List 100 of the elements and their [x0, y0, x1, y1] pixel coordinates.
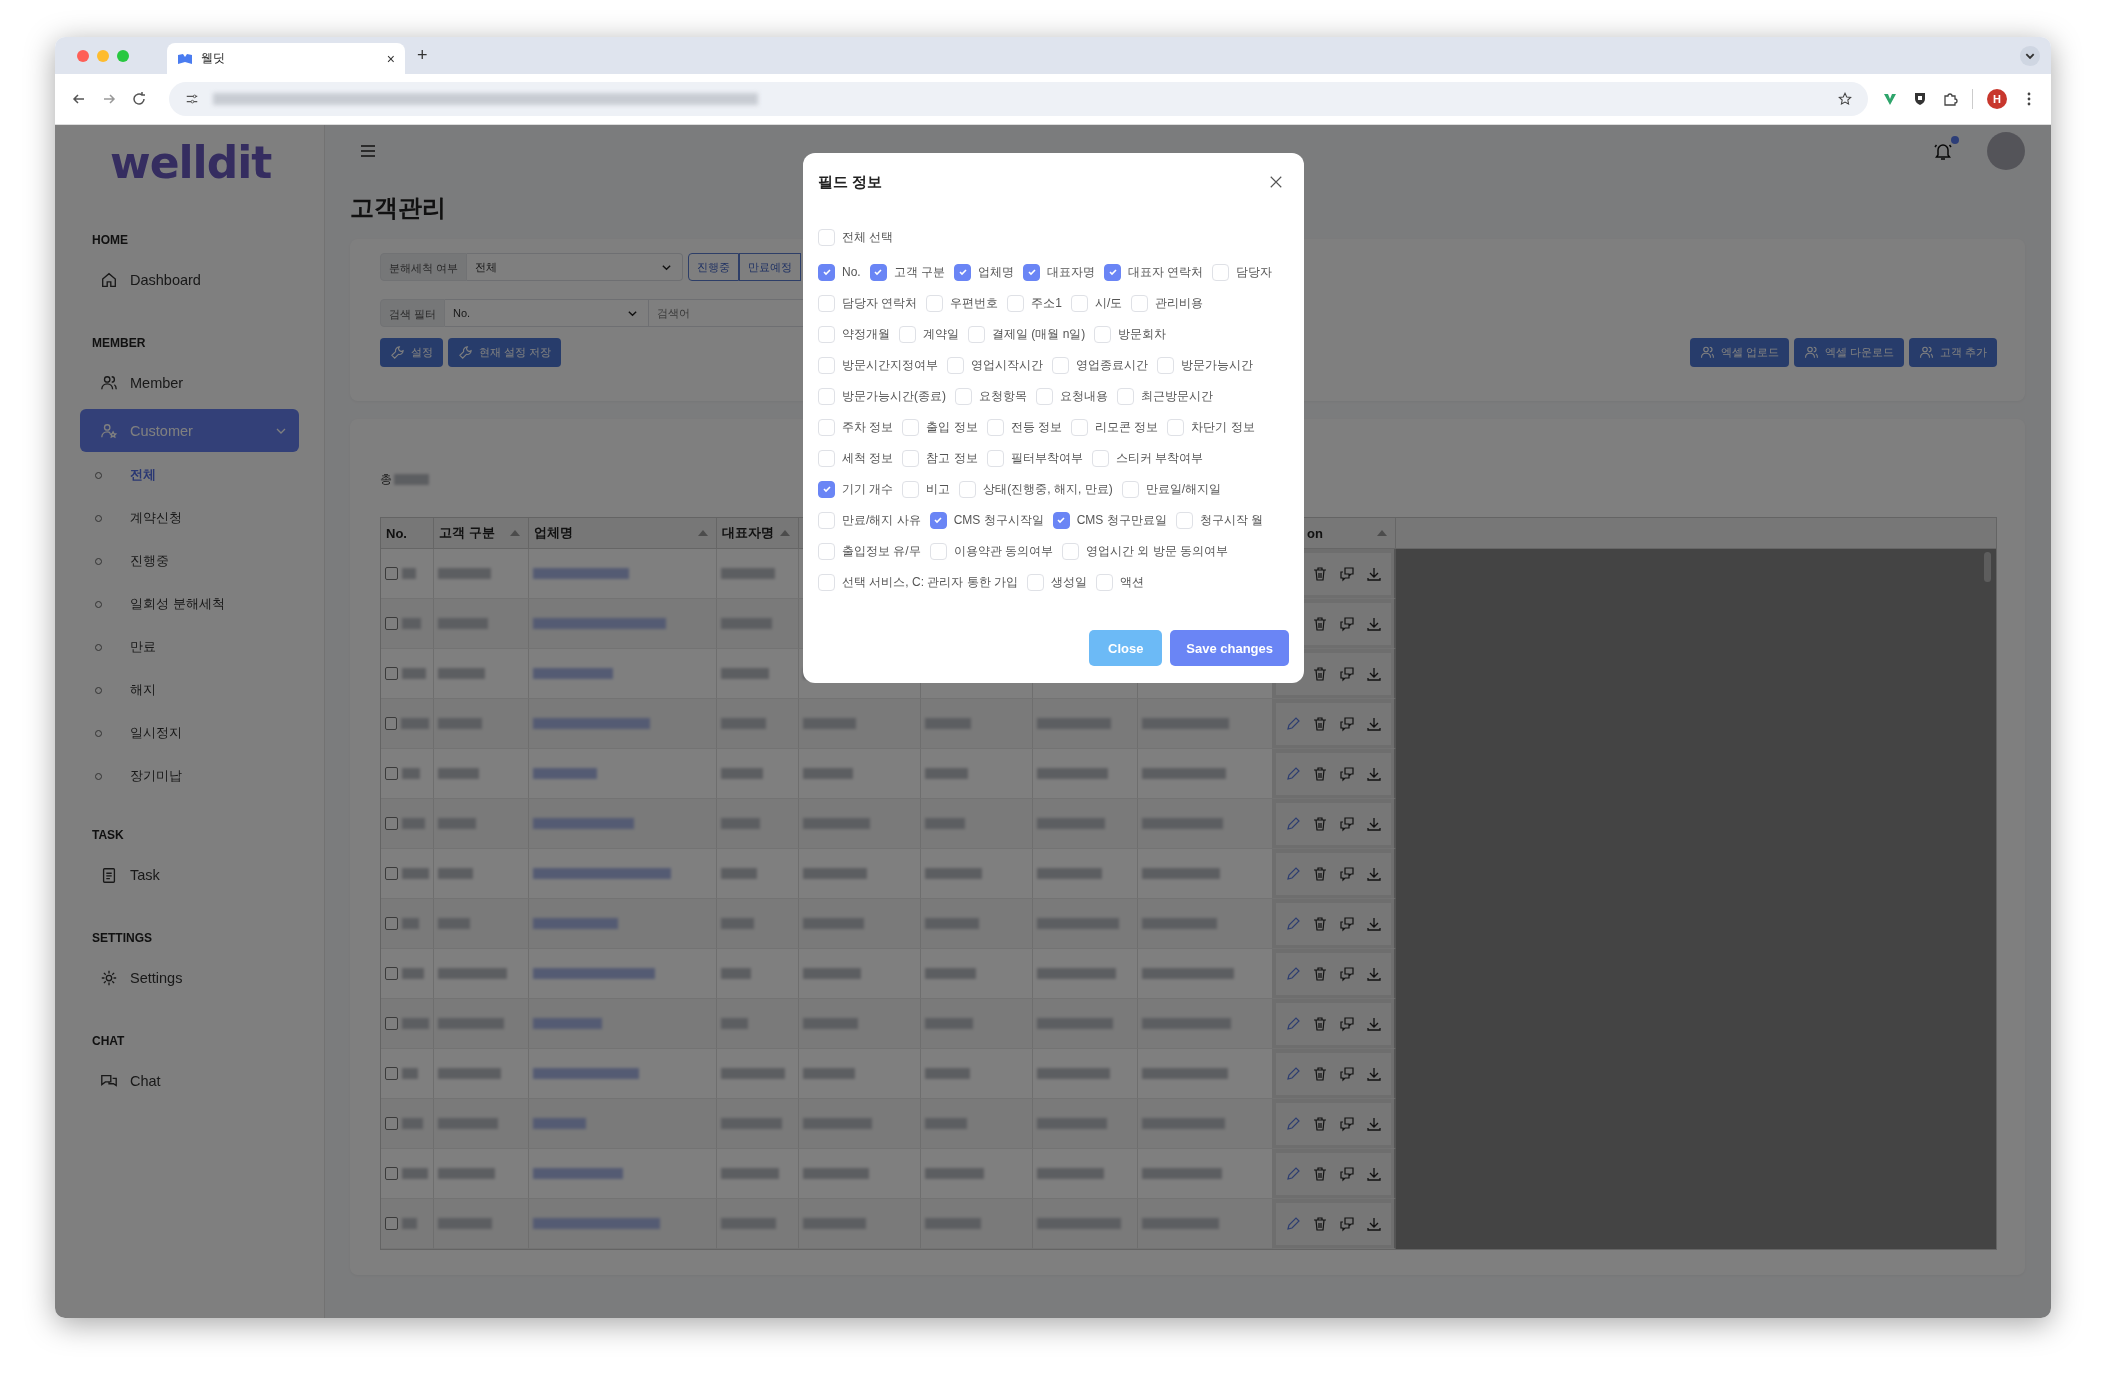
trash-icon[interactable]: [1312, 915, 1328, 932]
pencil-icon[interactable]: [1285, 1215, 1301, 1232]
row-checkbox[interactable]: [385, 1117, 398, 1130]
column-header[interactable]: 고객 구분: [434, 518, 529, 548]
download-icon[interactable]: [1366, 865, 1382, 882]
row-checkbox[interactable]: [385, 567, 398, 580]
checkbox[interactable]: [954, 263, 972, 281]
trash-icon[interactable]: [1312, 1115, 1328, 1132]
row-checkbox[interactable]: [385, 917, 398, 930]
scrollbar-thumb[interactable]: [1984, 552, 1991, 582]
select-all-checkbox-item[interactable]: 전체 선택: [818, 229, 1289, 246]
sidebar-item[interactable]: Chat: [80, 1061, 299, 1101]
chat-bubbles-icon[interactable]: [1339, 665, 1355, 682]
trash-icon[interactable]: [1312, 615, 1328, 632]
close-icon[interactable]: [1269, 175, 1283, 189]
bell-icon[interactable]: [1933, 141, 1953, 161]
bookmark-star-icon[interactable]: [1838, 92, 1852, 106]
download-icon[interactable]: [1366, 615, 1382, 632]
pencil-icon[interactable]: [1285, 1015, 1301, 1032]
submenu-item[interactable]: 진행중: [55, 545, 324, 577]
customer-action-button[interactable]: 고객 추가: [1908, 338, 1997, 367]
trash-icon[interactable]: [1312, 765, 1328, 782]
trash-icon[interactable]: [1312, 1015, 1328, 1032]
cleaning-select[interactable]: 전체: [467, 253, 684, 281]
extension-v-icon[interactable]: [1882, 91, 1898, 107]
chat-bubbles-icon[interactable]: [1339, 1065, 1355, 1082]
row-checkbox[interactable]: [385, 867, 398, 880]
site-settings-icon[interactable]: [185, 92, 199, 106]
submenu-item[interactable]: 일회성 분해세척: [55, 588, 324, 620]
download-icon[interactable]: [1366, 815, 1382, 832]
download-icon[interactable]: [1366, 1165, 1382, 1182]
checkbox[interactable]: [1052, 511, 1070, 529]
chat-bubbles-icon[interactable]: [1339, 1015, 1355, 1032]
customer-action-button[interactable]: 엑셀 다운로드: [1793, 338, 1904, 367]
download-icon[interactable]: [1366, 1065, 1382, 1082]
chat-bubbles-icon[interactable]: [1339, 815, 1355, 832]
row-checkbox[interactable]: [385, 617, 398, 630]
chat-bubbles-icon[interactable]: [1339, 1115, 1355, 1132]
column-header[interactable]: No.: [381, 518, 434, 548]
settings-button[interactable]: 설정: [380, 338, 443, 367]
download-icon[interactable]: [1366, 765, 1382, 782]
search-field-select[interactable]: No.: [445, 299, 650, 327]
checkbox[interactable]: [929, 511, 947, 529]
trash-icon[interactable]: [1312, 1215, 1328, 1232]
submenu-item[interactable]: 계약신청: [55, 502, 324, 534]
customer-action-button[interactable]: 엑셀 업로드: [1689, 338, 1789, 367]
reload-icon[interactable]: [131, 91, 147, 107]
chat-bubbles-icon[interactable]: [1339, 865, 1355, 882]
chat-bubbles-icon[interactable]: [1339, 715, 1355, 732]
row-checkbox[interactable]: [385, 1167, 398, 1180]
pencil-icon[interactable]: [1285, 715, 1301, 732]
tab-list-chevron-icon[interactable]: [2019, 44, 2041, 67]
pencil-icon[interactable]: [1285, 915, 1301, 932]
sidebar-item[interactable]: Member: [80, 363, 299, 403]
row-checkbox[interactable]: [385, 967, 398, 980]
download-icon[interactable]: [1366, 915, 1382, 932]
tab-close-button[interactable]: ×: [386, 50, 395, 67]
row-checkbox[interactable]: [385, 767, 398, 780]
shield-icon[interactable]: [1912, 91, 1928, 107]
new-tab-button[interactable]: +: [417, 45, 428, 66]
submenu-item[interactable]: 만료: [55, 631, 324, 663]
sidebar-item[interactable]: Task: [80, 855, 299, 895]
download-icon[interactable]: [1366, 1115, 1382, 1132]
avatar-circle[interactable]: [1987, 132, 2025, 170]
pencil-icon[interactable]: [1285, 965, 1301, 982]
row-checkbox[interactable]: [385, 717, 398, 730]
column-header[interactable]: 업체명: [529, 518, 717, 548]
chat-bubbles-icon[interactable]: [1339, 615, 1355, 632]
settings-button[interactable]: 현재 설정 저장: [448, 338, 562, 367]
trash-icon[interactable]: [1312, 1065, 1328, 1082]
chat-bubbles-icon[interactable]: [1339, 1165, 1355, 1182]
checkbox[interactable]: [869, 263, 887, 281]
save-button[interactable]: Save changes: [1170, 630, 1289, 666]
sidebar-item[interactable]: Customer: [80, 409, 299, 452]
checkbox[interactable]: [1023, 263, 1041, 281]
chat-bubbles-icon[interactable]: [1339, 1215, 1355, 1232]
close-window-icon[interactable]: [77, 49, 89, 62]
checkbox[interactable]: [818, 263, 835, 281]
pencil-icon[interactable]: [1285, 815, 1301, 832]
pencil-icon[interactable]: [1285, 1165, 1301, 1182]
pencil-icon[interactable]: [1285, 1065, 1301, 1082]
status-filter-button[interactable]: 진행중: [688, 253, 740, 281]
trash-icon[interactable]: [1312, 815, 1328, 832]
checkbox[interactable]: [1104, 263, 1122, 281]
submenu-item[interactable]: 해지: [55, 674, 324, 706]
pencil-icon[interactable]: [1285, 765, 1301, 782]
row-checkbox[interactable]: [385, 1217, 398, 1230]
profile-avatar[interactable]: H: [1987, 89, 2007, 109]
row-checkbox[interactable]: [385, 667, 398, 680]
trash-icon[interactable]: [1312, 715, 1328, 732]
address-field[interactable]: [169, 82, 1868, 116]
puzzle-piece-icon[interactable]: [1942, 91, 1958, 107]
trash-icon[interactable]: [1312, 865, 1328, 882]
submenu-item[interactable]: 일시정지: [55, 717, 324, 749]
menu-icon[interactable]: [360, 144, 376, 158]
row-checkbox[interactable]: [385, 817, 398, 830]
submenu-item[interactable]: 장기미납: [55, 760, 324, 792]
trash-icon[interactable]: [1312, 1165, 1328, 1182]
row-checkbox[interactable]: [385, 1067, 398, 1080]
row-checkbox[interactable]: [385, 1017, 398, 1030]
